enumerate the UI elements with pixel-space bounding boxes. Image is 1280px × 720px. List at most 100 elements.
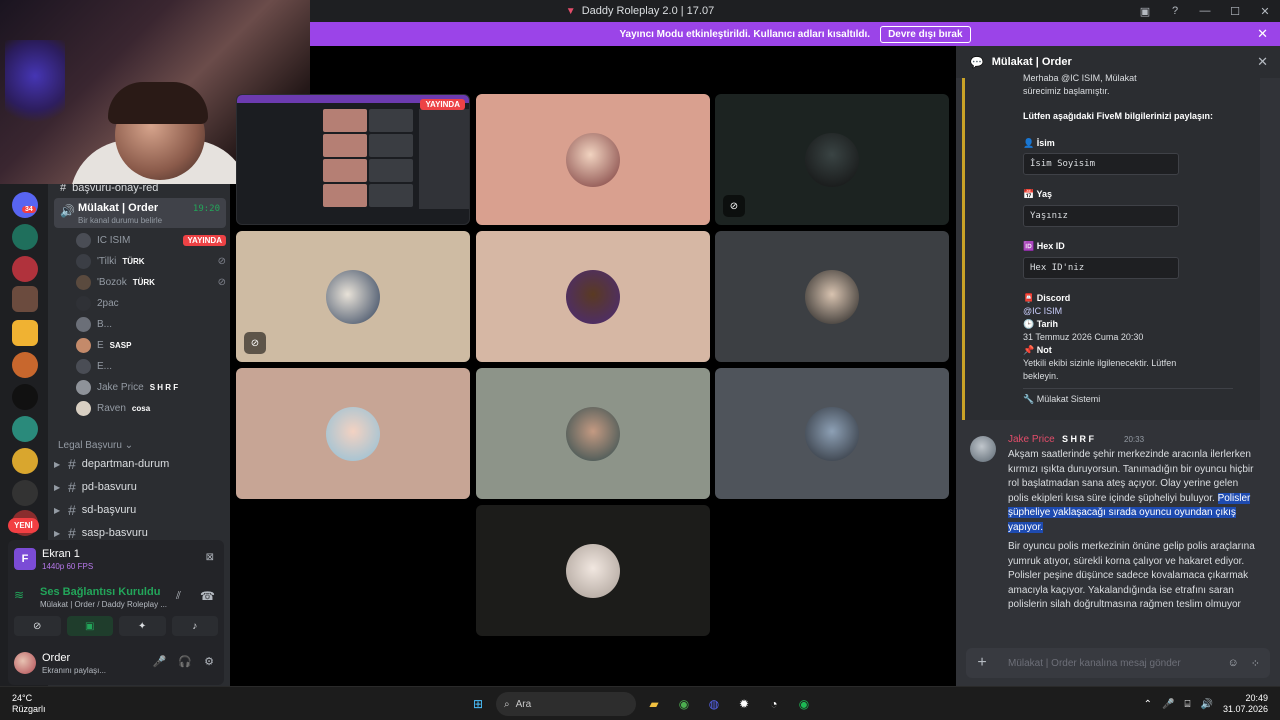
maximize-button[interactable]: ☐ xyxy=(1220,0,1250,22)
server-icon[interactable] xyxy=(12,480,38,506)
voice-member[interactable]: E SASP xyxy=(76,335,226,355)
connection-title[interactable]: Ses Bağlantısı Kuruldu xyxy=(40,586,160,598)
close-chat-icon[interactable]: ✕ xyxy=(1257,54,1268,70)
signal-icon[interactable]: ≋ xyxy=(14,588,24,602)
participant-tile[interactable] xyxy=(476,94,710,225)
date-label: 🕒 Tarih xyxy=(1023,319,1059,329)
message-author[interactable]: Jake Price xyxy=(1008,434,1055,445)
voice-member[interactable]: IC ISIM YAYINDA xyxy=(76,230,226,250)
voice-channel-status[interactable]: Bir kanal durumu belirle xyxy=(78,216,162,225)
date-value: 31 Temmuz 2026 Cuma 20:30 xyxy=(1023,332,1144,342)
voice-panel: F Ekran 1 1440p 60 FPS ⊠ ≋ Ses Bağlantıs… xyxy=(8,540,224,685)
participant-tile[interactable] xyxy=(476,231,710,362)
avatar xyxy=(805,132,859,187)
inbox-icon[interactable]: ▣ xyxy=(1130,0,1160,22)
discord-icon[interactable]: ◍ xyxy=(702,692,726,716)
text-channel[interactable]: ▶ # departman-durum xyxy=(54,454,226,474)
minimize-button[interactable]: — xyxy=(1190,0,1220,22)
message-input[interactable]: + Mülakat | Order kanalına mesaj gönder … xyxy=(966,648,1270,678)
voice-member[interactable]: B... xyxy=(76,314,226,334)
avatar xyxy=(326,269,380,324)
file-explorer-icon[interactable]: ▰ xyxy=(642,692,666,716)
chevron-right-icon: ▶ xyxy=(54,528,61,538)
disconnect-icon[interactable]: ☎ xyxy=(200,589,215,603)
chevron-up-icon[interactable]: ⌃ xyxy=(1144,699,1152,710)
text-channel[interactable]: ▶ # pd-basvuru xyxy=(54,477,226,497)
avatar xyxy=(76,316,91,332)
volume-icon[interactable]: 🔊 xyxy=(1201,699,1213,710)
category-label[interactable]: Legal Başvuru ⌄ xyxy=(58,440,133,451)
help-icon[interactable]: ? xyxy=(1160,0,1190,22)
chrome-icon[interactable]: ◉ xyxy=(672,692,696,716)
activities-button[interactable]: ✦ xyxy=(119,616,166,636)
avatar[interactable] xyxy=(970,436,996,462)
avatar xyxy=(76,274,91,290)
voice-member[interactable]: E... xyxy=(76,356,226,376)
noise-suppression-icon[interactable]: ⫽ xyxy=(176,590,181,603)
chat-title: Mülakat | Order xyxy=(991,56,1072,68)
bot-embed: Merhaba @IC ISIM, Mülakat sürecimiz başl… xyxy=(962,73,1260,420)
voice-member[interactable]: Jake Price S H R F xyxy=(76,377,226,397)
avatar[interactable] xyxy=(14,652,36,674)
weather-widget[interactable]: 24°C Rüzgarlı xyxy=(12,693,46,715)
stop-share-icon[interactable]: ⊠ xyxy=(206,552,214,563)
channel-partial[interactable]: # başvuru-onay-red xyxy=(60,184,230,198)
chevron-right-icon: ▶ xyxy=(54,459,61,469)
muted-mic-icon: ⊘ xyxy=(244,332,266,354)
participant-tile[interactable] xyxy=(715,231,949,362)
field-value: İsim Soyisim xyxy=(1023,153,1179,175)
headphones-icon[interactable]: 🎧 xyxy=(178,655,192,668)
server-icon[interactable] xyxy=(12,256,38,282)
avatar xyxy=(566,132,620,187)
participant-tile[interactable] xyxy=(476,505,710,636)
microphone-icon[interactable]: 🎤 xyxy=(153,655,167,668)
field-label: 👤 İsim xyxy=(1023,138,1055,148)
disable-streamer-mode-button[interactable]: Devre dışı bırak xyxy=(880,25,971,43)
close-button[interactable]: ✕ xyxy=(1250,0,1280,22)
participant-tile[interactable] xyxy=(715,368,949,499)
embed-footer: 🔧 Mülakat Sistemi xyxy=(1023,394,1101,404)
server-icon[interactable] xyxy=(12,384,38,410)
camera-off-button[interactable]: ⊘ xyxy=(14,616,61,636)
microphone-icon[interactable]: 🎤 xyxy=(1162,699,1174,710)
banner-close-icon[interactable]: ✕ xyxy=(1257,26,1268,42)
screen-share-button[interactable]: ▣ xyxy=(66,616,113,636)
server-icon[interactable] xyxy=(12,286,38,312)
folder-icon[interactable] xyxy=(12,320,38,346)
app-icon[interactable]: ◔ xyxy=(762,692,786,716)
participant-tile[interactable]: ⊘ xyxy=(715,94,949,225)
voice-member[interactable]: 2pac xyxy=(76,293,226,313)
add-attachment-icon[interactable]: + xyxy=(966,654,998,672)
settings-gear-icon[interactable]: ⚙ xyxy=(204,655,214,668)
voice-channel-active[interactable]: 🔊 Mülakat | Order Bir kanal durumu belir… xyxy=(54,198,226,228)
server-icon[interactable] xyxy=(12,224,38,250)
voice-member[interactable]: 'Bozok TÜRK ⊘ xyxy=(76,272,226,292)
start-icon[interactable]: ⊞ xyxy=(466,692,490,716)
spotify-icon[interactable]: ◉ xyxy=(792,692,816,716)
voice-member[interactable]: 'Tilki TÜRK ⊘ xyxy=(76,251,226,271)
steam-icon[interactable]: ✹ xyxy=(732,692,756,716)
user-status: Ekranını paylaşı... xyxy=(42,666,107,675)
discord-mention[interactable]: @IC ISIM xyxy=(1023,305,1243,318)
server-icon[interactable] xyxy=(12,192,38,218)
avatar xyxy=(76,358,91,374)
network-icon[interactable]: ⌸ xyxy=(1185,699,1191,710)
apps-icon[interactable]: ⁘ xyxy=(1251,657,1260,670)
soundboard-button[interactable]: ♪ xyxy=(171,616,218,636)
voice-member[interactable]: Raven cosa xyxy=(76,398,226,418)
taskbar-search[interactable]: ⌕ Ara xyxy=(496,692,636,716)
server-icon[interactable] xyxy=(12,448,38,474)
participant-tile[interactable] xyxy=(476,368,710,499)
streamer-mode-banner: Yayıncı Modu etkinleştirildi. Kullanıcı … xyxy=(310,22,1280,46)
server-icon[interactable] xyxy=(12,416,38,442)
emoji-icon[interactable]: ☺ xyxy=(1228,657,1239,670)
participant-tile[interactable] xyxy=(236,368,470,499)
participant-tile[interactable]: ⊘ xyxy=(236,231,470,362)
server-icon[interactable] xyxy=(12,352,38,378)
text-channel[interactable]: ▶ # sd-başvuru xyxy=(54,500,226,520)
window-title: ▼ Daddy Roleplay 2.0 | 17.07 xyxy=(566,5,714,17)
chevron-right-icon: ▶ xyxy=(54,482,61,492)
stream-tile[interactable]: YAYINDA xyxy=(236,94,470,225)
new-badge[interactable]: YENİ xyxy=(8,518,39,533)
clock[interactable]: 20:49 31.07.2026 xyxy=(1223,693,1268,715)
